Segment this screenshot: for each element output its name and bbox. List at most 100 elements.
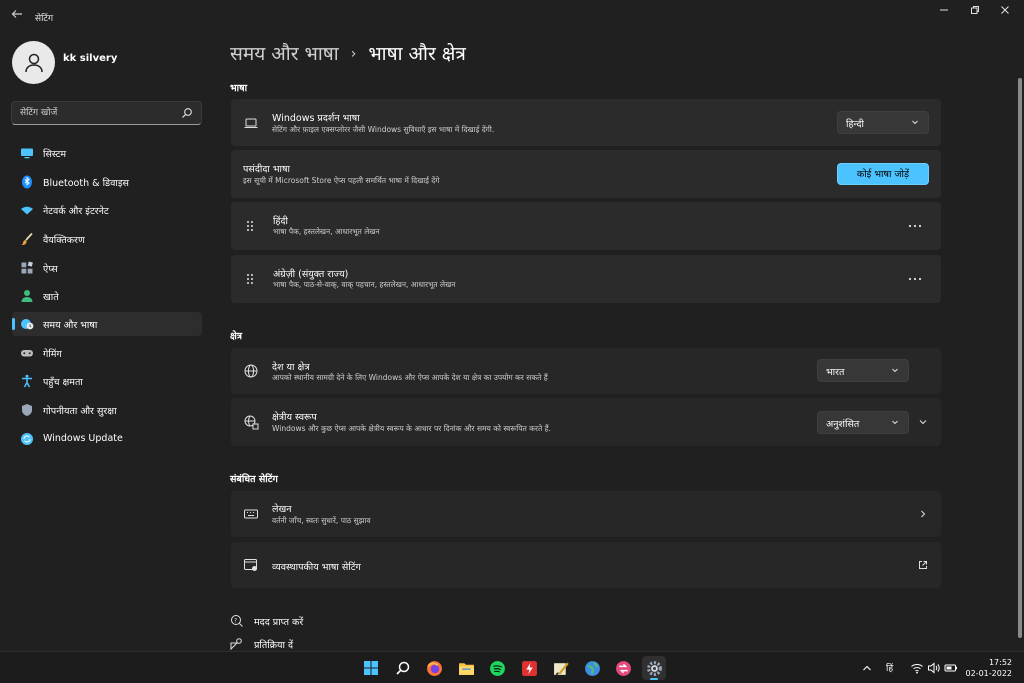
sidebar-item-label: Bluetooth & डिवाइस xyxy=(43,178,129,189)
feedback-link-label: प्रतिक्रिया दें xyxy=(254,640,294,651)
country-subtitle: आपको स्थानीय सामग्री देने के लिए Windows… xyxy=(272,373,548,382)
user-name: kk silvery xyxy=(63,53,118,64)
dropdown-value: अनुशंसित xyxy=(826,419,860,430)
sidebar-item-label: गोपनीयता और सुरक्षा xyxy=(43,406,117,417)
typing-settings-card[interactable]: लेखन वर्तनी जाँच, स्वतः सुधारें, पाठ सुझ… xyxy=(231,491,941,537)
drag-handle-icon[interactable] xyxy=(245,272,255,286)
display-language-subtitle: सेटिंग और फ़ाइल एक्सप्लोरर जैसी Windows … xyxy=(272,125,495,134)
typing-subtitle: वर्तनी जाँच, स्वतः सुधारें, पाठ सुझाव xyxy=(272,516,371,525)
admin-language-card[interactable]: व्यवस्थापकीय भाषा सेटिंग xyxy=(231,542,941,588)
sidebar-item-bluetooth[interactable]: Bluetooth & डिवाइस xyxy=(12,170,202,194)
sidebar-item-gaming[interactable]: गेमिंग xyxy=(12,341,202,365)
drag-handle-icon[interactable] xyxy=(245,219,255,233)
display-language-card: Windows प्रदर्शन भाषा सेटिंग और फ़ाइल एक… xyxy=(231,99,941,146)
preferred-language-title: पसंदीदा भाषा xyxy=(243,164,290,175)
sidebar-item-network[interactable]: नेटवर्क और इंटरनेट xyxy=(12,198,202,222)
restore-button[interactable] xyxy=(963,4,987,20)
taskbar-settings[interactable] xyxy=(642,656,666,680)
back-button[interactable] xyxy=(8,8,26,24)
sidebar-item-privacy[interactable]: गोपनीयता और सुरक्षा xyxy=(12,398,202,422)
taskbar-search-button[interactable] xyxy=(391,656,415,680)
search-icon xyxy=(396,661,410,675)
expand-chevron-icon[interactable] xyxy=(918,417,928,427)
country-region-card: देश या क्षेत्र आपको स्थानीय सामग्री देने… xyxy=(231,348,941,394)
display-language-dropdown[interactable]: हिन्दी xyxy=(837,111,929,134)
taskbar-file-explorer[interactable] xyxy=(454,656,478,680)
close-button[interactable] xyxy=(993,4,1017,20)
minimize-button[interactable] xyxy=(932,4,956,20)
section-heading-related: संबंधित सेटिंग xyxy=(230,474,278,485)
gamepad-icon xyxy=(21,350,33,357)
dropdown-value: भारत xyxy=(826,367,845,378)
taskbar-flash-app[interactable] xyxy=(517,656,541,680)
sidebar-item-label: वैयक्तिकरण xyxy=(43,235,85,246)
file-explorer-icon xyxy=(458,662,474,675)
language-item-english-us[interactable]: अंग्रेज़ी (संयुक्त राज्य) भाषा पैक, पाठ-… xyxy=(231,255,941,303)
sidebar-item-label: ऐप्स xyxy=(43,264,58,275)
sidebar-item-apps[interactable]: ऐप्स xyxy=(12,256,202,280)
regional-format-card[interactable]: क्षेत्रीय स्वरूप Windows और कुछ ऐप्स आपक… xyxy=(231,398,941,446)
help-link-label: मदद प्राप्त करें xyxy=(254,617,304,628)
settings-icon xyxy=(646,660,662,676)
sidebar-item-windows-update[interactable]: Windows Update xyxy=(12,427,202,451)
person-icon xyxy=(24,53,43,72)
volume-icon[interactable] xyxy=(927,661,941,675)
sidebar-item-personalization[interactable]: वैयक्तिकरण xyxy=(12,227,202,251)
search-icon[interactable] xyxy=(181,107,193,119)
regional-format-title: क्षेत्रीय स्वरूप xyxy=(272,412,317,423)
shield-icon xyxy=(22,404,32,416)
breadcrumb: समय और भाषा › भाषा और क्षेत्र xyxy=(230,40,466,66)
apps-icon xyxy=(21,261,33,274)
breadcrumb-parent[interactable]: समय और भाषा xyxy=(230,43,339,65)
avatar[interactable] xyxy=(12,41,55,84)
redirect-app-icon xyxy=(615,660,631,676)
country-title: देश या क्षेत्र xyxy=(272,362,310,373)
scrollbar[interactable] xyxy=(1018,70,1022,645)
search-input[interactable] xyxy=(20,105,180,121)
regional-format-icon xyxy=(244,415,259,430)
wifi-icon[interactable] xyxy=(910,661,924,675)
wifi-icon xyxy=(21,206,33,215)
add-language-button[interactable]: कोई भाषा जोड़ें xyxy=(837,163,929,185)
start-button[interactable] xyxy=(359,656,383,680)
sidebar-item-accessibility[interactable]: पहुँच क्षमता xyxy=(12,369,202,393)
monitor-icon xyxy=(21,148,33,159)
section-heading-region: क्षेत्र xyxy=(230,331,243,342)
country-dropdown[interactable]: भारत xyxy=(817,359,909,382)
sidebar-item-system[interactable]: सिस्टम xyxy=(12,141,202,165)
display-language-title: Windows प्रदर्शन भाषा xyxy=(272,113,360,124)
taskbar-paint-app[interactable] xyxy=(549,656,573,680)
sidebar-item-accounts[interactable]: खाते xyxy=(12,284,202,308)
section-heading-language: भाषा xyxy=(230,83,248,94)
paint-app-icon xyxy=(553,662,569,675)
regional-format-dropdown[interactable]: अनुशंसित xyxy=(817,411,909,434)
globe-icon xyxy=(244,364,258,378)
chevron-down-icon xyxy=(912,120,918,125)
flash-app-icon xyxy=(521,660,537,676)
clock[interactable]: 17:52 02-01-2022 xyxy=(966,657,1013,679)
title-bar: सेटिंग xyxy=(0,0,1024,32)
more-options-icon[interactable] xyxy=(907,221,923,231)
person-icon xyxy=(21,290,33,302)
settings-search[interactable] xyxy=(11,101,202,125)
sidebar-item-time-language[interactable]: समय और भाषा xyxy=(12,312,202,336)
app-title: सेटिंग xyxy=(35,14,54,24)
input-method-indicator[interactable]: हिं xyxy=(886,661,893,674)
laptop-icon xyxy=(244,118,258,128)
sidebar-item-label: सिस्टम xyxy=(43,149,67,160)
more-options-icon[interactable] xyxy=(907,274,923,284)
taskbar-firefox[interactable] xyxy=(422,656,446,680)
language-item-hindi[interactable]: हिंदी भाषा पैक, हस्तलेखन, आधारभूत लेखन xyxy=(231,202,941,250)
sidebar-item-label: पहुँच क्षमता xyxy=(43,377,83,388)
taskbar-spotify[interactable] xyxy=(485,656,509,680)
preferred-language-subtitle: इस सूची में Microsoft Store ऐप्स पहली सम… xyxy=(243,176,440,185)
scrollbar-thumb[interactable] xyxy=(1018,78,1022,638)
minimize-icon xyxy=(940,9,948,11)
globe-app-icon xyxy=(584,660,600,676)
battery-icon[interactable] xyxy=(944,661,958,675)
taskbar-globe-app[interactable] xyxy=(580,656,604,680)
arrow-left-icon xyxy=(11,10,22,18)
taskbar-redirect-app[interactable] xyxy=(611,656,635,680)
bluetooth-icon xyxy=(22,175,32,189)
chevron-up-icon[interactable] xyxy=(860,661,874,675)
